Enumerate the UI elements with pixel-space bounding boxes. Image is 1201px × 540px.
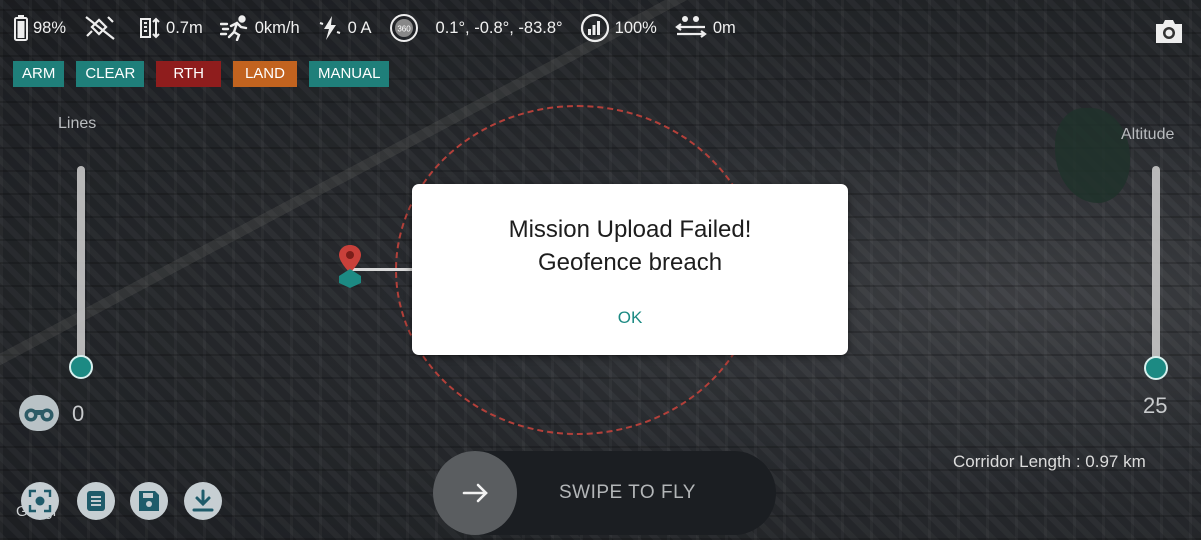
altitude-value: 25 <box>1143 393 1168 418</box>
distance-text: 0.7m <box>166 18 203 37</box>
command-button-row: ARM CLEAR RTH LAND MANUAL <box>13 61 401 87</box>
height-text: 0m <box>712 18 736 37</box>
altitude-label: Altitude <box>1121 126 1175 143</box>
svg-text:360: 360 <box>397 25 411 34</box>
dialog-message: Mission Upload Failed! Geofence breach <box>412 213 848 279</box>
battery-text: 98% <box>33 18 67 37</box>
compass-360-icon: 360 <box>389 14 418 42</box>
arrow-right-icon <box>462 483 488 503</box>
signal-status: 100% <box>580 13 657 43</box>
dialog-title-line2: Geofence breach <box>537 249 723 276</box>
mission-upload-error-dialog: Mission Upload Failed! Geofence breach O… <box>412 184 848 355</box>
distance-status: 0.7m <box>139 16 203 40</box>
floppy-save-icon <box>139 491 159 511</box>
swipe-to-fly-slider[interactable]: SWIPE TO FLY <box>433 451 776 535</box>
list-icon <box>87 491 105 511</box>
rth-button[interactable]: RTH <box>156 61 221 87</box>
horizontal-distance-icon <box>675 16 707 38</box>
focus-frame-icon <box>28 489 52 513</box>
running-speed-icon <box>219 15 247 41</box>
signal-text: 100% <box>614 18 657 37</box>
list-button[interactable] <box>77 482 115 520</box>
manual-button[interactable]: MANUAL <box>308 61 390 87</box>
lines-slider-track[interactable] <box>77 166 85 366</box>
lightning-icon <box>319 16 340 40</box>
battery-icon <box>14 15 28 41</box>
lines-slider-knob[interactable] <box>69 355 93 379</box>
download-icon <box>192 489 214 512</box>
ok-button[interactable]: OK <box>602 303 658 333</box>
focus-button[interactable] <box>21 482 59 520</box>
satellite-off-icon <box>85 16 115 40</box>
camera-icon[interactable] <box>1153 16 1185 46</box>
height-status: 0m <box>674 15 736 41</box>
speed-text: 0km/h <box>254 18 300 37</box>
save-button[interactable] <box>130 482 168 520</box>
swipe-handle[interactable] <box>433 451 517 535</box>
corridor-length-text: Corridor Length : 0.97 km <box>953 452 1146 471</box>
speed-status: 0km/h <box>219 15 300 41</box>
current-status: 0 A <box>317 15 372 41</box>
lines-label: Lines <box>58 115 97 132</box>
altitude-slider-track[interactable] <box>1152 166 1160 376</box>
binoculars-icon[interactable] <box>19 395 59 431</box>
current-text: 0 A <box>347 18 372 37</box>
attitude-status: 360 0.1°, -0.8°, -83.8° <box>389 13 563 43</box>
lines-value: 0 <box>72 401 85 426</box>
attitude-text: 0.1°, -0.8°, -83.8° <box>435 18 563 37</box>
download-button[interactable] <box>184 482 222 520</box>
gps-status <box>83 14 122 42</box>
dialog-title-line1: Mission Upload Failed! <box>508 216 752 243</box>
telemetry-status-bar: 98% 0.7m 0km/h 0 A 360 0.1°, -0.8°, -83.… <box>14 11 753 45</box>
swipe-label: SWIPE TO FLY <box>559 482 696 503</box>
location-pin-icon[interactable] <box>337 243 363 294</box>
altitude-slider-knob[interactable] <box>1144 356 1168 380</box>
signal-strength-icon <box>580 13 609 43</box>
clear-button[interactable]: CLEAR <box>76 61 145 87</box>
battery-status: 98% <box>14 15 66 41</box>
distance-icon <box>140 17 160 39</box>
arm-button[interactable]: ARM <box>13 61 65 87</box>
land-button[interactable]: LAND <box>232 61 297 87</box>
